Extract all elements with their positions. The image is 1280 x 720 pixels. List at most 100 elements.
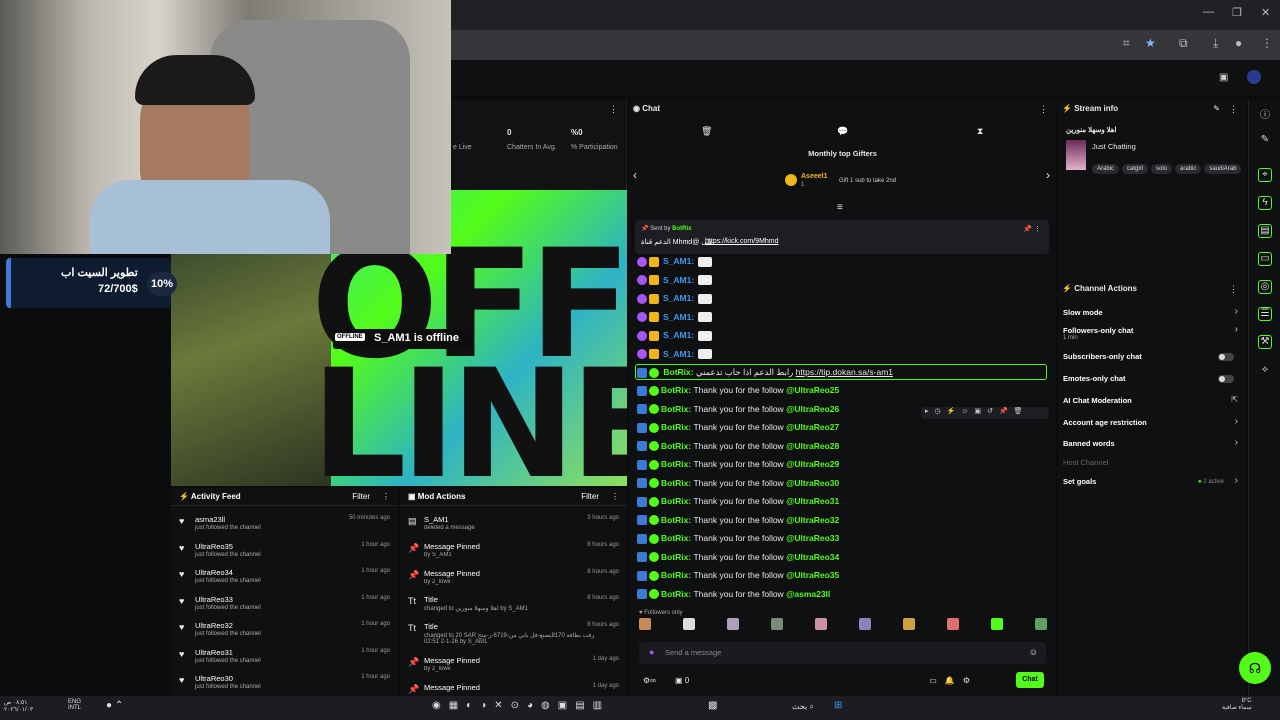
channel-action-item[interactable]: Emotes-only chat bbox=[1058, 374, 1246, 390]
channel-action-item[interactable]: AI Chat Moderation ⇱ bbox=[1058, 395, 1246, 412]
bot-link-icon[interactable]: ⚙∞ bbox=[643, 676, 656, 685]
edit-icon[interactable]: ✎ bbox=[1213, 104, 1220, 113]
chat-username[interactable]: S_AM1: bbox=[663, 256, 694, 266]
stream-tag[interactable]: solo bbox=[1151, 164, 1173, 174]
chat-mention[interactable]: @UltraReo26 bbox=[786, 404, 839, 414]
category-thumbnail[interactable] bbox=[1066, 140, 1086, 170]
chevron-right-icon[interactable]: › bbox=[1235, 306, 1238, 317]
external-link-icon[interactable]: ⇱ bbox=[1231, 395, 1238, 404]
close-window-button[interactable]: ✕ bbox=[1261, 6, 1270, 19]
chat-mention[interactable]: @asma23ll bbox=[786, 589, 830, 599]
share-icon[interactable]: ⟡ bbox=[1258, 364, 1272, 378]
channel-action-item[interactable]: Host Channel bbox=[1058, 458, 1246, 474]
chat-username[interactable]: BotRix: bbox=[661, 552, 691, 562]
prev-arrow-icon[interactable]: ‹ bbox=[633, 168, 637, 182]
toggle-switch[interactable] bbox=[1218, 375, 1234, 383]
chat-username[interactable]: BotRix: bbox=[661, 459, 691, 469]
chat-username[interactable]: BotRix: bbox=[661, 533, 691, 543]
trash-icon[interactable]: 🗑 bbox=[701, 126, 712, 137]
channel-action-item[interactable]: Followers-only chat 1 min › bbox=[1058, 324, 1246, 342]
stream-tag[interactable]: arabic bbox=[1175, 164, 1202, 174]
emote-icon[interactable] bbox=[727, 618, 739, 630]
chat-mention[interactable]: @UltraReo34 bbox=[786, 552, 839, 562]
emote-icon[interactable] bbox=[683, 618, 695, 630]
chat-username[interactable]: BotRix: bbox=[661, 422, 691, 432]
activity-username[interactable]: UltraReo33 bbox=[195, 595, 233, 604]
minimize-button[interactable]: — bbox=[1203, 6, 1214, 18]
mod-action-item[interactable]: ▤ S_AM1 deleted a message 3 hours ago bbox=[400, 515, 627, 541]
emote-icon[interactable] bbox=[1035, 618, 1047, 630]
weather-widget[interactable]: 8°C سماء صافية bbox=[1222, 698, 1252, 711]
menu-icon[interactable]: ⋮ bbox=[1261, 36, 1273, 50]
chat-username[interactable]: BotRix: bbox=[661, 404, 691, 414]
chat-username[interactable]: BotRix: bbox=[661, 441, 691, 451]
activity-filter-button[interactable]: Filter bbox=[352, 492, 370, 501]
activity-item[interactable]: ♥ UltraReo31 just followed the channel 1 ho… bbox=[171, 648, 398, 672]
chat-more-icon[interactable]: ⋮ bbox=[1039, 104, 1048, 115]
emoji-icon[interactable]: ☺ bbox=[1029, 647, 1038, 657]
channel-action-item[interactable]: Slow mode › bbox=[1058, 306, 1246, 324]
profile-avatar[interactable]: ● bbox=[1235, 36, 1242, 50]
pinned-apps[interactable]: ◉▦◐◑✕⊙◕◍▣▤▥ bbox=[432, 700, 610, 711]
message-icon[interactable]: ▭ bbox=[1258, 252, 1272, 266]
activity-username[interactable]: asma23ll bbox=[195, 515, 225, 524]
stream-tag[interactable]: catgirl bbox=[1122, 164, 1149, 174]
emote-icon[interactable] bbox=[771, 618, 783, 630]
chat-username[interactable]: S_AM1: bbox=[663, 330, 694, 340]
activity-item[interactable]: ♥ UltraReo33 just followed the channel 1 ho… bbox=[171, 595, 398, 619]
user-avatar[interactable] bbox=[1247, 70, 1261, 84]
message-actions-toolbar[interactable]: ▸◷⚡☺▣↺📌🗑 bbox=[921, 407, 1049, 419]
emote-icon[interactable] bbox=[903, 618, 915, 630]
tip-user[interactable]: BotRix: bbox=[663, 367, 693, 377]
chat-username[interactable]: BotRix: bbox=[661, 496, 691, 506]
mod-action-item[interactable]: Tt Title changed to 20 SAR شراء الفرقت بطا… bbox=[400, 622, 627, 648]
wrench-icon[interactable]: ⚒ bbox=[1258, 335, 1272, 349]
chevron-right-icon[interactable]: › bbox=[1235, 324, 1238, 335]
emote-icon[interactable] bbox=[815, 618, 827, 630]
channel-action-item[interactable]: Account age restriction › bbox=[1058, 416, 1246, 434]
mod-action-item[interactable]: 📌 Message Pinned by S_AM1 8 hours ago bbox=[400, 542, 627, 568]
channel-action-item[interactable]: Banned words › bbox=[1058, 437, 1246, 455]
activity-item[interactable]: ♥ UltraReo30 just followed the channel 1 ho… bbox=[171, 674, 398, 698]
tip-link[interactable]: https://tip.dokan.sa/s-am1 bbox=[796, 367, 893, 377]
chevron-right-icon[interactable]: › bbox=[1235, 475, 1238, 486]
emote-icon[interactable] bbox=[947, 618, 959, 630]
mod-action-item[interactable]: Tt Title changed to اهلا وسهلا منورين by S… bbox=[400, 595, 627, 621]
support-button[interactable]: ☊ bbox=[1239, 652, 1271, 684]
chat-mention[interactable]: @UltraReo32 bbox=[786, 515, 839, 525]
collapse-icon[interactable]: ≡ bbox=[837, 202, 843, 213]
chat-mention[interactable]: @UltraReo35 bbox=[786, 570, 839, 580]
stream-info-more-icon[interactable]: ⋮ bbox=[1229, 104, 1238, 115]
translate-icon[interactable]: ⌗ bbox=[1123, 36, 1130, 51]
chat-username[interactable]: BotRix: bbox=[661, 589, 691, 599]
channel-action-item[interactable]: Subscribers-only chat bbox=[1058, 352, 1246, 368]
tray-icons[interactable]: ● ⌃ bbox=[106, 700, 123, 711]
toggle-switch[interactable] bbox=[1218, 353, 1234, 361]
gifter-name[interactable]: Aseeel1 bbox=[801, 173, 827, 180]
activity-item[interactable]: ♥ UltraReo32 just followed the channel 1 ho… bbox=[171, 621, 398, 645]
activity-item[interactable]: ♥ asma23ll just followed the channel 50 min… bbox=[171, 515, 398, 539]
activity-username[interactable]: UltraReo31 bbox=[195, 648, 233, 657]
hourglass-icon[interactable]: ⧗ bbox=[977, 126, 983, 137]
emote-icon[interactable] bbox=[639, 618, 651, 630]
chevron-right-icon[interactable]: › bbox=[1235, 416, 1238, 427]
chat-footer-icons[interactable]: ▭🔔⚙ bbox=[929, 676, 978, 685]
emote-icon[interactable] bbox=[859, 618, 871, 630]
document-icon[interactable]: ▤ bbox=[1258, 224, 1272, 238]
start-icon[interactable]: ⊞ bbox=[834, 700, 842, 711]
mod-more-icon[interactable]: ⋮ bbox=[611, 492, 619, 501]
chat-username[interactable]: BotRix: bbox=[661, 515, 691, 525]
chat-mention[interactable]: @UltraReo28 bbox=[786, 441, 839, 451]
chat-username[interactable]: BotRix: bbox=[661, 385, 691, 395]
download-icon[interactable]: ⤓ bbox=[1213, 36, 1218, 51]
chat-mention[interactable]: @UltraReo29 bbox=[786, 459, 839, 469]
chat-input-box[interactable]: ● Send a message ☺ bbox=[639, 642, 1046, 664]
emote-icon[interactable] bbox=[991, 618, 1003, 630]
activity-more-icon[interactable]: ⋮ bbox=[382, 492, 390, 501]
taskbar-clock[interactable]: ٠٨:٥١ ص ٢٠٢٦/٠١/٠٣ bbox=[4, 699, 33, 713]
screen-icon[interactable]: ▣ bbox=[1219, 72, 1228, 83]
activity-username[interactable]: UltraReo32 bbox=[195, 621, 233, 630]
lightning-icon[interactable]: ϟ bbox=[1258, 196, 1272, 210]
chat-username[interactable]: BotRix: bbox=[661, 478, 691, 488]
chat-username[interactable]: S_AM1: bbox=[663, 312, 694, 322]
